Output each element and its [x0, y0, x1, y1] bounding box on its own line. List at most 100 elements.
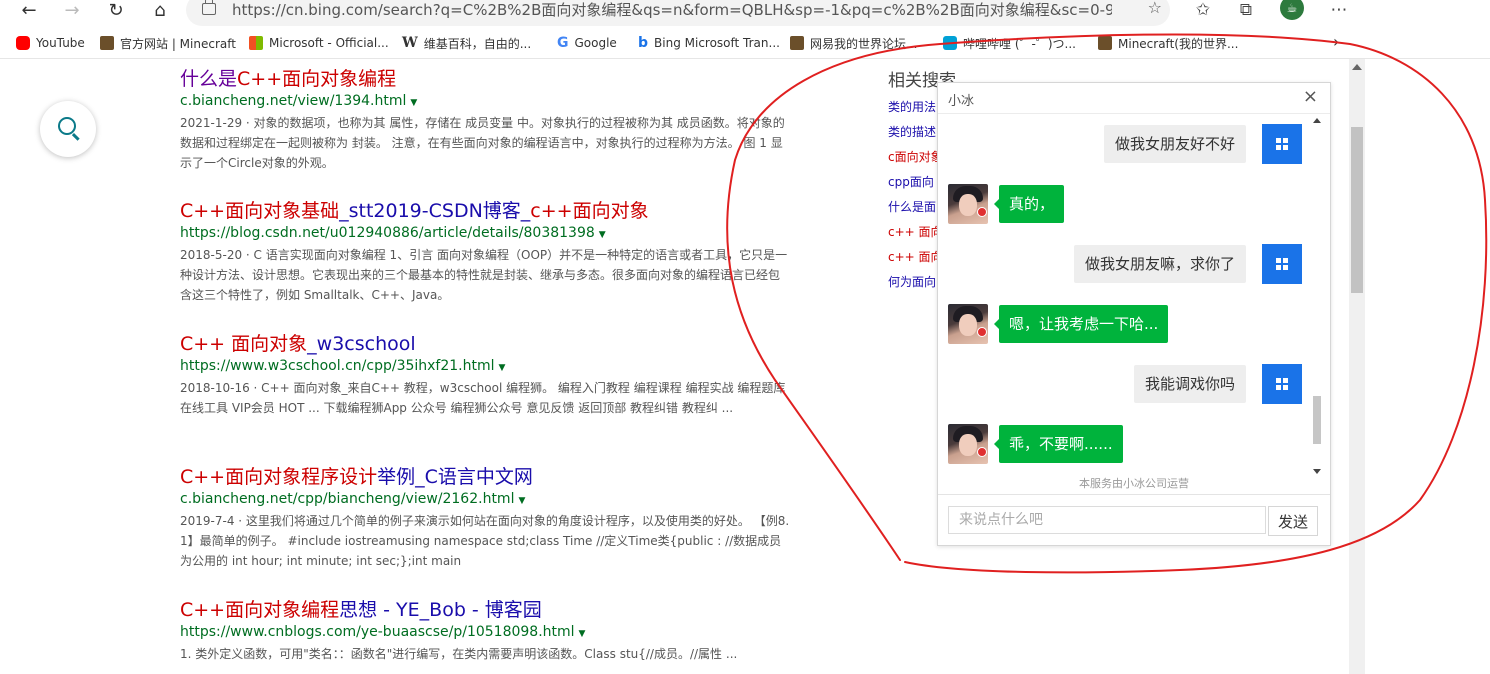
bookmark-label: Minecraft(我的世界... — [1118, 36, 1239, 51]
result-url[interactable]: https://www.w3cschool.cn/cpp/35ihxf21.ht… — [180, 358, 790, 374]
forward-icon[interactable]: → — [57, 0, 87, 24]
more-icon[interactable]: ⋯ — [1324, 0, 1354, 20]
user-avatar-windows-icon — [1262, 364, 1302, 404]
bookmark-label: 官方网站 | Minecraft — [120, 36, 236, 51]
bookmark-label: 哔哩哔哩 (゜-゜)つ... — [963, 36, 1076, 51]
result-url[interactable]: https://www.cnblogs.com/ye-buaascse/p/10… — [180, 624, 790, 640]
netease-mc-icon — [790, 36, 804, 50]
caret-down-icon: ▼ — [518, 496, 526, 506]
chat-header: 小冰 × — [938, 83, 1330, 114]
bookmark-label: 网易我的世界论坛... — [810, 36, 918, 51]
lock-icon[interactable] — [202, 0, 216, 15]
user-message: 我能调戏你吗 — [1133, 365, 1246, 403]
youtube-icon — [16, 36, 30, 50]
close-icon[interactable]: × — [1303, 86, 1318, 107]
result-snippet: 1. 类外定义函数，可用"类名：：函数名"进行编写，在类内需要声明该函数。Cla… — [180, 647, 738, 661]
chat-title: 小冰 — [948, 94, 975, 109]
google-icon: G — [557, 35, 569, 51]
result-url[interactable]: c.biancheng.net/view/1394.html ▼ — [180, 93, 790, 109]
bot-message: 嗯，让我考虑一下哈... — [993, 305, 1169, 343]
search-result: C++面向对象程序设计举例_C语言中文网 c.biancheng.net/cpp… — [180, 465, 790, 571]
related-item[interactable]: c++ 面向 — [888, 223, 943, 240]
scroll-up-icon[interactable] — [1313, 118, 1321, 123]
result-url[interactable]: c.biancheng.net/cpp/biancheng/view/2162.… — [180, 491, 790, 507]
bookmark-google[interactable]: G Google — [557, 34, 617, 52]
caret-down-icon: ▼ — [498, 363, 506, 373]
related-item[interactable]: 类的描述 — [888, 123, 936, 140]
result-snippet: 2018-10-16 · C++ 面向对象_来自C++ 教程，w3cschool… — [180, 381, 786, 415]
scroll-down-icon[interactable] — [1313, 469, 1321, 474]
scroll-up-icon[interactable] — [1352, 64, 1362, 70]
bookmark-minecraft-wiki[interactable]: Minecraft(我的世界... — [1098, 34, 1238, 52]
page-scrollbar[interactable] — [1349, 59, 1365, 674]
divider — [0, 58, 1490, 59]
favorites-icon[interactable]: ✩ — [1188, 0, 1218, 20]
search-result: C++ 面向对象_w3cschool https://www.w3cschool… — [180, 332, 790, 418]
collections-icon[interactable]: ⧉ — [1231, 0, 1261, 20]
bookmark-label: YouTube — [36, 36, 85, 50]
bookmarks-bar: YouTube 官方网站 | Minecraft Microsoft - Off… — [0, 30, 1490, 56]
profile-avatar[interactable]: ☕ — [1280, 0, 1304, 20]
scroll-thumb[interactable] — [1313, 396, 1321, 444]
chat-scrollbar[interactable] — [1311, 116, 1323, 476]
result-url[interactable]: https://blog.csdn.net/u012940886/article… — [180, 225, 790, 241]
scroll-thumb[interactable] — [1351, 127, 1363, 293]
search-button[interactable] — [40, 101, 96, 157]
related-item[interactable]: cpp面向 — [888, 173, 934, 190]
bookmark-label: Bing Microsoft Tran... — [654, 36, 780, 50]
search-result: C++面向对象基础_stt2019-CSDN博客_c++面向对象 https:/… — [180, 199, 790, 305]
user-avatar-windows-icon — [1262, 124, 1302, 164]
related-item[interactable]: 类的用法 — [888, 98, 936, 115]
bookmark-bilibili[interactable]: 哔哩哔哩 (゜-゜)つ... — [943, 34, 1076, 52]
add-favorite-icon[interactable]: ☆ — [1148, 0, 1162, 17]
bot-message: 乖，不要啊...... — [994, 425, 1123, 463]
search-icon — [58, 117, 76, 135]
related-item[interactable]: 什么是面 — [888, 198, 936, 215]
chat-messages: 做我女朋友好不好 真的， 做我女朋友嘛，求你了 嗯，让我考虑一下哈... 我能调… — [938, 114, 1330, 494]
related-item[interactable]: 何为面向 — [888, 273, 936, 290]
result-snippet: 2021-1-29 · 对象的数据项，也称为其 属性，存储在 成员变量 中。对象… — [180, 116, 785, 170]
bookmark-label: Microsoft - Official... — [269, 36, 389, 50]
bookmark-bing[interactable]: b Bing Microsoft Tran... — [638, 34, 780, 52]
bookmark-microsoft[interactable]: Microsoft - Official... — [249, 34, 389, 52]
send-button[interactable]: 发送 — [1268, 506, 1318, 536]
result-title[interactable]: C++面向对象编程思想 - YE_Bob - 博客园 — [180, 598, 790, 622]
minecraft-wiki-icon — [1098, 36, 1112, 50]
chat-panel: 小冰 × 做我女朋友好不好 真的， 做我女朋友嘛，求你了 嗯，让我考虑一下哈..… — [937, 82, 1331, 546]
user-message: 做我女朋友嘛，求你了 — [1073, 245, 1246, 283]
result-title[interactable]: 什么是C++面向对象编程 — [180, 67, 790, 91]
result-title[interactable]: C++ 面向对象_w3cschool — [180, 332, 790, 356]
minecraft-icon — [100, 36, 114, 50]
related-item[interactable]: c++ 面向 — [888, 248, 943, 265]
bookmark-minecraft[interactable]: 官方网站 | Minecraft — [100, 34, 236, 52]
back-icon[interactable]: ← — [14, 0, 44, 24]
refresh-icon[interactable]: ↻ — [101, 0, 131, 24]
bookmark-youtube[interactable]: YouTube — [16, 34, 85, 52]
bot-avatar[interactable] — [948, 304, 988, 344]
caret-down-icon: ▼ — [410, 98, 418, 108]
result-title[interactable]: C++面向对象程序设计举例_C语言中文网 — [180, 465, 790, 489]
wikipedia-icon: W — [402, 35, 418, 51]
related-item[interactable]: c面向对象 — [888, 148, 943, 165]
address-url[interactable]: https://cn.bing.com/search?q=C%2B%2B面向对象… — [232, 0, 1112, 20]
browser-toolbar: ← → ↻ ⌂ https://cn.bing.com/search?q=C%2… — [0, 0, 1490, 30]
chat-footer-note: 本服务由小冰公司运营 — [1079, 477, 1189, 490]
bookmark-wikipedia[interactable]: W 维基百科，自由的... — [402, 34, 531, 52]
chat-input[interactable] — [948, 506, 1266, 534]
chat-input-area: 发送 — [938, 494, 1330, 546]
user-avatar-windows-icon — [1262, 244, 1302, 284]
bot-avatar[interactable] — [948, 184, 988, 224]
bot-avatar[interactable] — [948, 424, 988, 464]
home-icon[interactable]: ⌂ — [145, 0, 175, 24]
search-result: 什么是C++面向对象编程 c.biancheng.net/view/1394.h… — [180, 67, 790, 173]
result-title[interactable]: C++面向对象基础_stt2019-CSDN博客_c++面向对象 — [180, 199, 790, 223]
bookmark-label: Google — [574, 36, 617, 50]
result-snippet: 2018-5-20 · C 语言实现面向对象编程 1、引言 面向对象编程（OOP… — [180, 248, 788, 302]
address-bar[interactable]: https://cn.bing.com/search?q=C%2B%2B面向对象… — [186, 0, 1170, 26]
chevron-right-icon[interactable]: › — [1333, 32, 1339, 51]
microsoft-icon — [249, 36, 263, 50]
caret-down-icon: ▼ — [598, 230, 606, 240]
bot-message: 真的， — [993, 185, 1065, 223]
bing-icon: b — [638, 35, 649, 51]
bookmark-netease-mc[interactable]: 网易我的世界论坛... — [790, 34, 917, 52]
